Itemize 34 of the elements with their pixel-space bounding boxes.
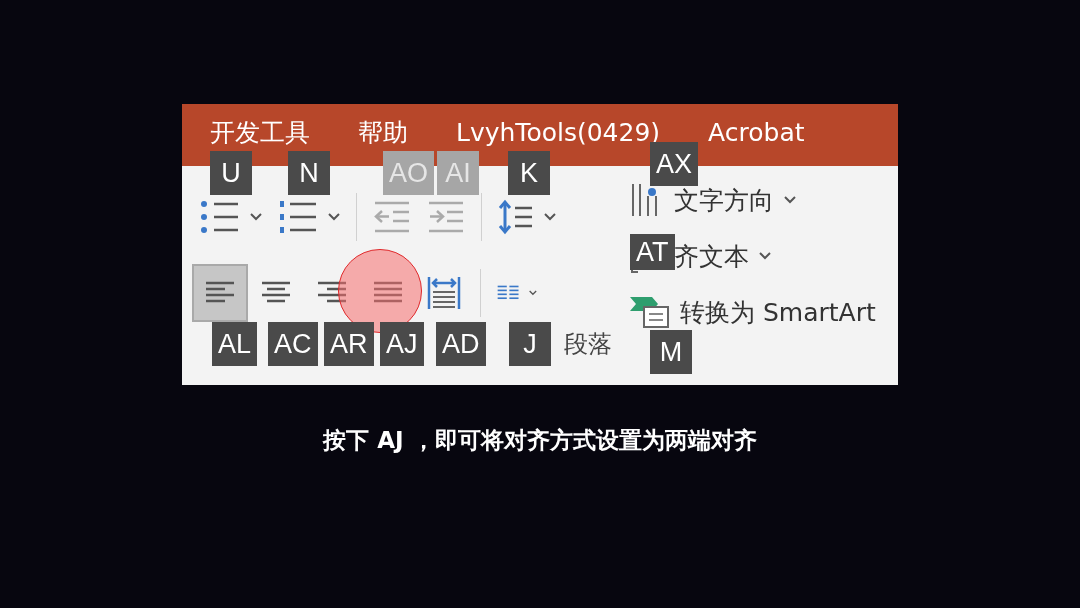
caret-icon <box>544 213 556 221</box>
align-left-button[interactable] <box>192 264 248 322</box>
keytip-tooltip: J <box>509 322 551 366</box>
keytip-tooltip: M <box>650 330 692 374</box>
caret-icon <box>250 213 262 221</box>
ribbon-tab[interactable]: 帮助 <box>358 119 408 145</box>
caret-icon <box>759 252 771 260</box>
keytip-tooltip: AX <box>650 142 699 186</box>
keytip-tooltip: AC <box>268 322 318 366</box>
keytip-tooltip: AO <box>383 151 434 195</box>
keytip-tooltip: U <box>210 151 252 195</box>
caret-icon <box>328 213 340 221</box>
keytip-tooltip: AR <box>324 322 374 366</box>
group-label: 段落 <box>564 332 613 356</box>
bullet-list-icon <box>200 200 240 234</box>
keytip-tooltip: AD <box>436 322 486 366</box>
keytip-tooltip: AJ <box>380 322 424 366</box>
outdent-icon <box>373 200 411 234</box>
distribute-icon <box>427 276 461 310</box>
indent-icon <box>427 200 465 234</box>
numbered-list-icon <box>278 200 318 234</box>
ribbon-tab[interactable]: LvyhTools(0429) <box>456 119 661 145</box>
keytip-tooltip: K <box>508 151 550 195</box>
keytip-tooltip: AI <box>437 151 479 195</box>
caret-icon <box>529 289 537 297</box>
ribbon-tab[interactable]: 开发工具 <box>210 119 310 145</box>
smartart-icon <box>630 295 670 329</box>
keytip-tooltip: AL <box>212 322 258 366</box>
line-spacing-icon <box>498 199 534 235</box>
keytip-tooltip: N <box>288 151 330 195</box>
caret-icon <box>784 196 796 204</box>
keytip-tooltip: AT <box>630 234 675 270</box>
ribbon-tab[interactable]: Acrobat <box>708 119 805 145</box>
subtitle-caption: 按下 AJ ，即可将对齐方式设置为两端对齐 <box>323 426 757 455</box>
